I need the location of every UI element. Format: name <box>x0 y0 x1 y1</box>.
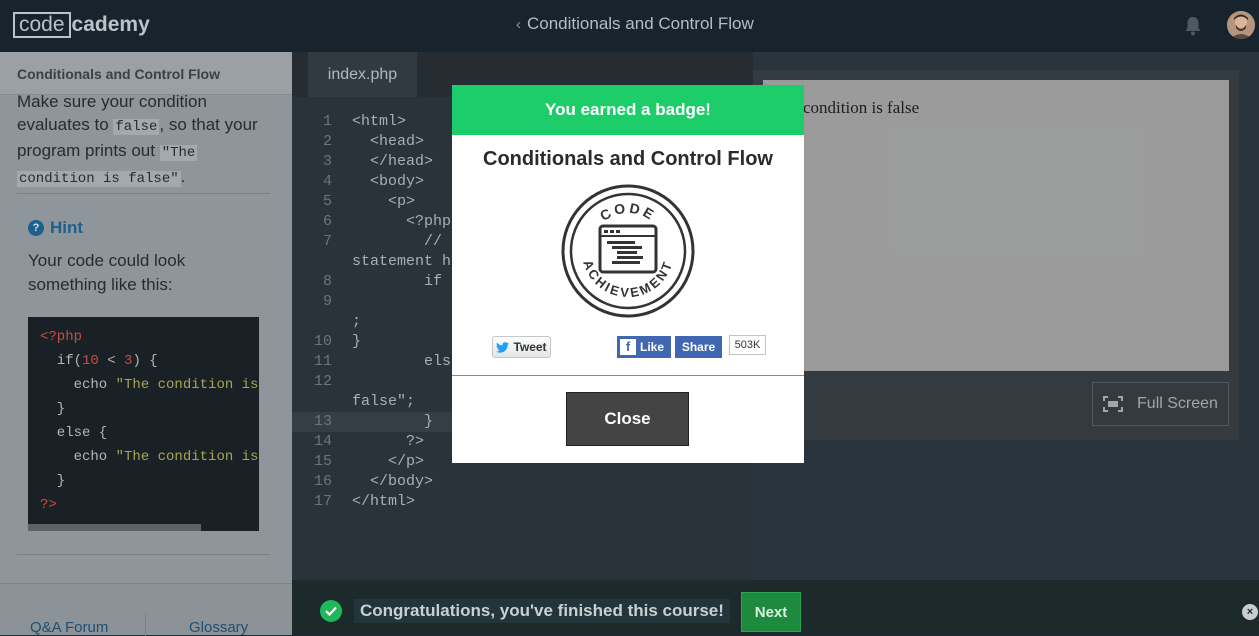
logo-boxed-text: code <box>13 12 71 38</box>
question-circle-icon: ? <box>28 220 44 236</box>
completion-message: Congratulations, you've finished this co… <box>320 599 730 623</box>
lesson-title: Conditionals and Control Flow <box>17 66 220 82</box>
user-avatar[interactable] <box>1227 11 1255 39</box>
modal-header: You earned a badge! <box>452 85 804 135</box>
snippet-line: } <box>40 401 66 417</box>
inline-code: "The <box>159 145 198 161</box>
snippet-line: <?php <box>28 325 259 349</box>
facebook-like-button[interactable]: f Like <box>617 336 671 358</box>
snippet-line: echo "The condition is <box>40 449 259 465</box>
bottom-bar: Congratulations, you've finished this co… <box>292 580 1259 635</box>
badge-modal: You earned a badge! Conditionals and Con… <box>452 85 804 463</box>
facebook-share-button[interactable]: Share <box>675 336 722 358</box>
instruction-line: program prints out "The <box>17 139 267 165</box>
tweet-button[interactable]: Tweet <box>492 336 551 358</box>
snippet-string: "The condition is <box>115 377 259 393</box>
snippet-number: 10 <box>82 353 99 369</box>
badge-title: Conditionals and Control Flow <box>483 148 773 170</box>
code-achievement-badge-icon: CODE ACHIEVEMENT <box>561 184 695 318</box>
instruction-text: . <box>180 167 186 186</box>
horizontal-scrollbar[interactable] <box>28 524 201 531</box>
share-count: 503K <box>729 335 766 355</box>
footer-separator <box>145 614 146 636</box>
snippet-line: ?> <box>28 493 259 517</box>
instruction-text: evaluates to <box>17 115 114 134</box>
divider <box>17 193 270 194</box>
facebook-icon: f <box>620 339 636 355</box>
instruction-text: , so that your <box>159 115 258 134</box>
snippet-line: else { <box>40 425 108 441</box>
course-title: Conditionals and Control Flow <box>527 14 754 33</box>
divider <box>17 554 270 555</box>
check-circle-icon <box>320 600 342 622</box>
snippet-number: 3 <box>124 353 133 369</box>
instruction-line: condition is false". <box>17 165 267 191</box>
glossary-link[interactable]: Glossary <box>189 619 248 636</box>
modal-divider <box>452 375 804 376</box>
snippet-line: if(10 < 3) { <box>40 353 158 369</box>
tweet-label: Tweet <box>513 340 547 354</box>
instructions-text: Make sure your condition evaluates to fa… <box>17 95 267 191</box>
twitter-bird-icon <box>496 341 510 353</box>
qa-forum-link[interactable]: Q&A Forum <box>30 619 108 636</box>
instructions-header: Conditionals and Control Flow <box>0 52 292 95</box>
inline-code: false <box>113 119 160 135</box>
hint-label: Hint <box>50 218 84 237</box>
inline-code: condition is false" <box>17 171 181 187</box>
chevron-left-icon: ‹ <box>516 15 521 33</box>
close-button[interactable]: Close <box>566 392 689 446</box>
instruction-text: program prints out <box>17 141 160 160</box>
like-label: Like <box>640 340 665 354</box>
codecademy-logo[interactable]: code cademy <box>13 12 150 38</box>
course-title-link[interactable]: ‹ Conditionals and Control Flow <box>516 14 754 34</box>
top-navbar: code cademy ‹ Conditionals and Control Fl… <box>0 0 1259 52</box>
close-icon[interactable]: × <box>1242 604 1258 620</box>
snippet-text: <?php <box>40 329 83 345</box>
hint-text: Your code could look something like this… <box>28 251 186 294</box>
next-button[interactable]: Next <box>741 592 801 632</box>
instruction-line: evaluates to false, so that your <box>17 113 267 139</box>
hint-code-snippet[interactable]: <?php if(10 < 3) { echo "The condition i… <box>28 317 259 531</box>
snippet-string: "The condition is <box>115 449 259 465</box>
avatar-image <box>1227 11 1255 39</box>
completion-text: Congratulations, you've finished this co… <box>354 599 730 623</box>
instructions-panel: Conditionals and Control Flow Make sure … <box>0 52 292 636</box>
logo-rest-text: cademy <box>71 13 150 36</box>
snippet-line: } <box>40 473 66 489</box>
snippet-text: ?> <box>40 497 57 513</box>
bell-icon[interactable] <box>1184 16 1202 36</box>
snippet-line: echo "The condition is <box>40 377 259 393</box>
hint-toggle[interactable]: ? Hint <box>28 218 83 238</box>
instructions-footer: Q&A Forum Glossary <box>0 583 292 636</box>
